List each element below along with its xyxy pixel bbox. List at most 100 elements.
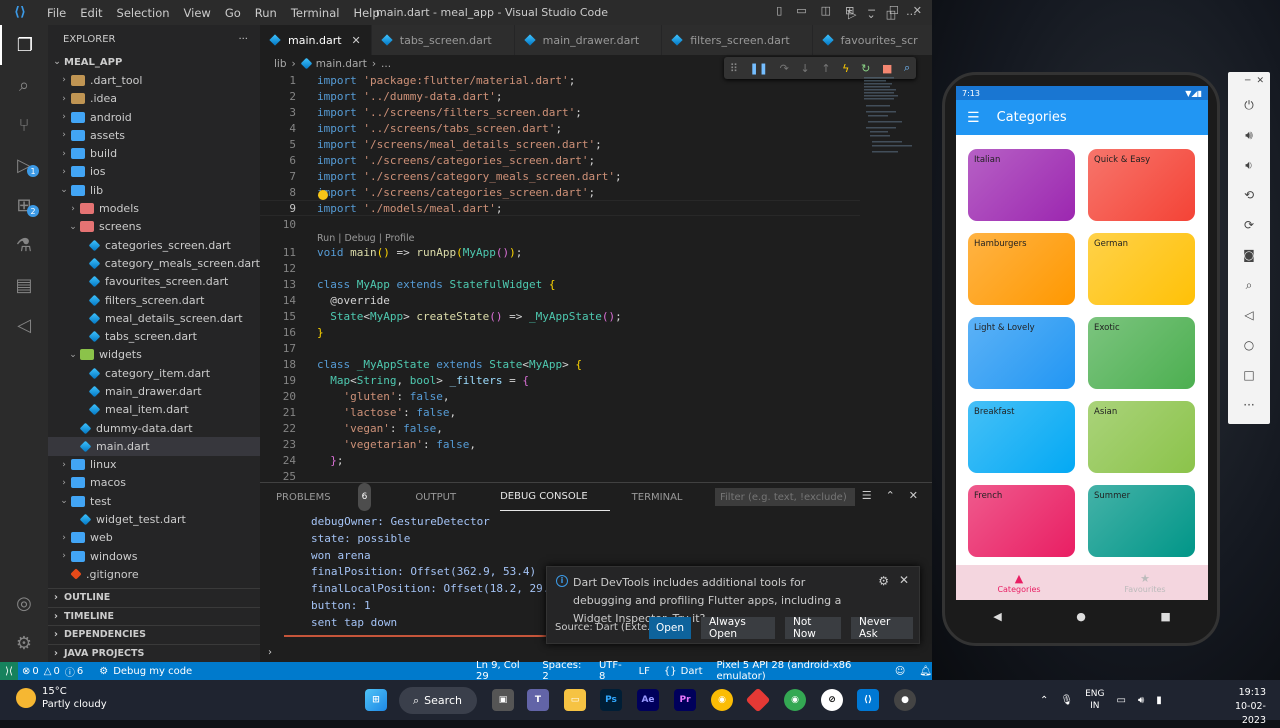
category-card[interactable]: Summer — [1088, 485, 1195, 557]
tree-item[interactable]: ⌄ lib — [48, 181, 260, 199]
close-panel-icon[interactable]: ✕ — [909, 489, 918, 502]
section-java-projects[interactable]: › JAVA PROJECTS — [48, 643, 260, 662]
nav-home-icon[interactable]: ● — [1076, 610, 1086, 623]
premiere-icon[interactable]: Pr — [674, 689, 696, 711]
source-control-icon[interactable]: ⑂ — [0, 105, 48, 145]
minimap[interactable] — [862, 75, 917, 165]
tree-item[interactable]: meal_details_screen.dart — [48, 309, 260, 327]
breadcrumb-file[interactable]: main.dart — [316, 58, 367, 70]
category-card[interactable]: Hamburgers — [968, 233, 1075, 305]
step-out-icon[interactable]: ↑ — [821, 62, 830, 75]
feedback-icon[interactable]: ☺ — [895, 666, 905, 677]
tray-expand-icon[interactable]: ⌃ — [1040, 695, 1048, 706]
code-editor[interactable]: 1 import 'package:flutter/material.dart';… — [260, 72, 932, 482]
category-card[interactable]: Light & Lovely — [968, 317, 1075, 389]
app-red-icon[interactable] — [745, 687, 771, 713]
rotate-left-icon[interactable]: ⟲ — [1228, 180, 1270, 210]
home-icon[interactable]: ○ — [1228, 330, 1270, 360]
category-card[interactable]: Exotic — [1088, 317, 1195, 389]
camera-icon[interactable]: ◙ — [1228, 240, 1270, 270]
search-icon[interactable]: ⌕ — [0, 65, 48, 105]
file-explorer-icon[interactable]: ▭ — [564, 689, 586, 711]
layout-sidebar-icon[interactable]: ▯ — [776, 4, 782, 17]
tree-item[interactable]: › build — [48, 144, 260, 162]
not-now-button[interactable]: Not Now — [785, 616, 841, 640]
flutter-icon[interactable]: ◁ — [0, 305, 48, 345]
language-mode[interactable]: Dart — [681, 666, 703, 677]
category-card[interactable]: Quick & Easy — [1088, 149, 1195, 221]
category-card[interactable]: French — [968, 485, 1075, 557]
maximize-panel-icon[interactable]: ⌃ — [886, 489, 895, 502]
indentation[interactable]: Spaces: 2 — [542, 660, 585, 682]
recorder-icon[interactable]: ● — [894, 689, 916, 711]
more-icon[interactable]: ··· — [1228, 390, 1270, 420]
remote-explorer-icon[interactable]: ▤ — [0, 265, 48, 305]
tree-item[interactable]: › models — [48, 199, 260, 217]
category-card[interactable]: Asian — [1088, 401, 1195, 473]
bottom-nav-categories[interactable]: ▲ Categories — [956, 565, 1082, 600]
editor-tab[interactable]: main.dart ✕ — [260, 25, 372, 55]
editor-tab[interactable]: favourites_scr — [812, 25, 941, 55]
overview-icon[interactable]: □ — [1228, 360, 1270, 390]
after-effects-icon[interactable]: Ae — [637, 689, 659, 711]
section-outline[interactable]: › OUTLINE — [48, 588, 260, 606]
drag-handle-icon[interactable]: ⠿ — [730, 62, 738, 75]
tree-item[interactable]: › ios — [48, 163, 260, 181]
tree-item[interactable]: filters_screen.dart — [48, 291, 260, 309]
editor-tab[interactable]: tabs_screen.dart — [371, 25, 515, 55]
tree-item[interactable]: dummy-data.dart — [48, 419, 260, 437]
debug-config[interactable]: Debug my code — [113, 666, 192, 677]
error-icon[interactable]: ⊗ — [22, 666, 30, 677]
language-indicator[interactable]: ENG IN — [1085, 688, 1104, 712]
explorer-root[interactable]: ⌄ MEAL_APP — [48, 53, 260, 71]
tab-close-icon[interactable]: ✕ — [352, 34, 361, 47]
layout-panel-icon[interactable]: ▭ — [796, 4, 806, 17]
hot-reload-icon[interactable]: ϟ — [842, 62, 849, 75]
task-view-icon[interactable]: ▣ — [492, 689, 514, 711]
remote-icon[interactable]: ⟩⟨ — [0, 662, 18, 680]
tree-item[interactable]: category_item.dart — [48, 364, 260, 382]
notifications-bell-icon[interactable]: 🔔︎ — [919, 666, 932, 677]
volume-up-icon[interactable]: 🔊︎ — [1228, 120, 1270, 150]
open-button[interactable]: Open — [649, 617, 691, 639]
codelens-run-debug[interactable]: Run | Debug | Profile — [317, 233, 414, 244]
more-actions-icon[interactable]: ··· — [906, 8, 917, 21]
panel-tab-terminal[interactable]: TERMINAL — [632, 483, 705, 511]
line-ending[interactable]: LF — [639, 666, 650, 677]
category-card[interactable]: Breakfast — [968, 401, 1075, 473]
tree-item[interactable]: tabs_screen.dart — [48, 327, 260, 345]
rotate-right-icon[interactable]: ⟳ — [1228, 210, 1270, 240]
microphone-icon[interactable]: 🎙︎ — [1060, 695, 1073, 706]
step-into-icon[interactable]: ↓ — [800, 62, 809, 75]
tree-item[interactable]: categories_screen.dart — [48, 236, 260, 254]
console-filter-input[interactable] — [715, 488, 855, 506]
tree-item[interactable]: favourites_screen.dart — [48, 273, 260, 291]
tree-item[interactable]: › web — [48, 529, 260, 547]
run-icon[interactable]: ▷ — [848, 8, 856, 21]
menu-item-file[interactable]: File — [40, 6, 73, 20]
menu-item-edit[interactable]: Edit — [73, 6, 109, 20]
taskbar-search-button[interactable]: ⌕ Search — [399, 687, 477, 714]
tree-item[interactable]: › android — [48, 108, 260, 126]
nav-back-icon[interactable]: ◀ — [993, 610, 1001, 623]
volume-icon[interactable]: 🔊︎ — [1138, 695, 1144, 706]
layout-secondary-icon[interactable]: ◫ — [821, 4, 831, 17]
explorer-icon[interactable]: ❐ — [0, 25, 48, 65]
testing-icon[interactable]: ⚗ — [0, 225, 48, 265]
tree-item[interactable]: ⌄ screens — [48, 218, 260, 236]
tree-item[interactable]: ⌄ widgets — [48, 346, 260, 364]
tree-item[interactable]: › macos — [48, 474, 260, 492]
editor-tab[interactable]: main_drawer.dart — [514, 25, 663, 55]
cursor-position[interactable]: Ln 9, Col 29 — [476, 660, 528, 682]
close-icon[interactable]: ✕ — [1256, 76, 1264, 86]
volume-down-icon[interactable]: 🔉︎ — [1228, 150, 1270, 180]
battery-icon[interactable]: ▮ — [1156, 695, 1162, 706]
info-count[interactable]: 6 — [77, 666, 83, 677]
menu-item-go[interactable]: Go — [218, 6, 248, 20]
tree-item[interactable]: meal_item.dart — [48, 401, 260, 419]
always-open-button[interactable]: Always Open — [701, 616, 775, 640]
encoding[interactable]: UTF-8 — [599, 660, 625, 682]
restart-icon[interactable]: ↻ — [861, 62, 870, 75]
tree-item[interactable]: main_drawer.dart — [48, 382, 260, 400]
clear-console-icon[interactable]: ☰ — [862, 489, 872, 502]
